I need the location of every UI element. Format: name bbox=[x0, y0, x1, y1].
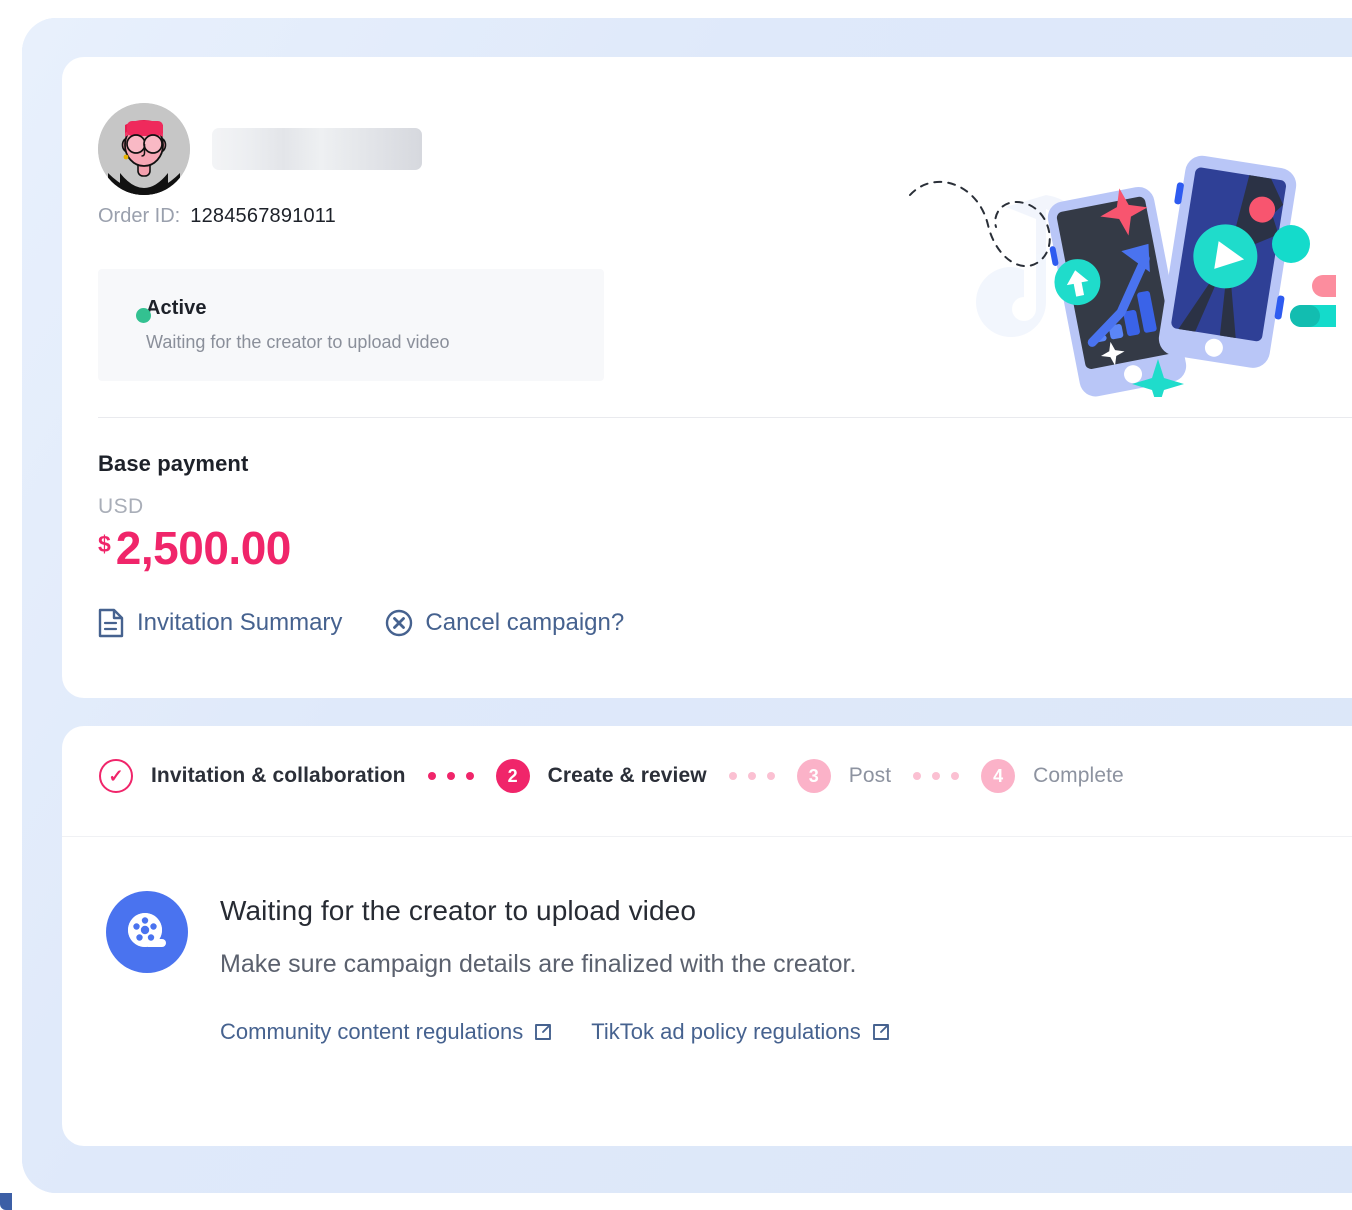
step-connector-1 bbox=[427, 772, 474, 780]
status-title: Active bbox=[146, 297, 207, 319]
avatar[interactable] bbox=[98, 103, 190, 195]
stage-text: Waiting for the creator to upload video … bbox=[220, 891, 891, 1045]
status-panel: Active Waiting for the creator to upload… bbox=[98, 269, 604, 381]
connector-dot bbox=[747, 772, 756, 780]
status-subtitle: Waiting for the creator to upload video bbox=[146, 332, 450, 352]
step-1-label: Invitation & collaboration bbox=[151, 764, 406, 787]
tiktok-ad-policy-regulations-link[interactable]: TikTok ad policy regulations bbox=[591, 1019, 890, 1045]
circle-x-icon bbox=[386, 609, 413, 637]
payment-currency-sign: $ bbox=[98, 531, 111, 557]
order-id-label: Order ID: bbox=[98, 205, 181, 227]
phone-left bbox=[1047, 186, 1187, 397]
action-links: Invitation Summary Cancel campaign? bbox=[98, 608, 624, 638]
invitation-summary-label: Invitation Summary bbox=[137, 609, 343, 636]
status-dot bbox=[136, 308, 151, 323]
connector-dot bbox=[427, 772, 436, 780]
connector-dot bbox=[465, 772, 474, 780]
step-4-label: Complete bbox=[1033, 764, 1124, 787]
stepper-divider bbox=[62, 836, 1352, 837]
policy-links: Community content regulations TikTok ad … bbox=[220, 1019, 891, 1045]
connector-dot bbox=[728, 772, 737, 780]
avatar-illustration bbox=[98, 103, 190, 195]
step-invitation-collaboration[interactable]: ✓ Invitation & collaboration bbox=[99, 759, 406, 793]
external-link-icon bbox=[872, 1024, 889, 1040]
connector-dot bbox=[913, 772, 922, 780]
base-payment-title: Base payment bbox=[98, 451, 249, 476]
connector-dot bbox=[766, 772, 775, 780]
step-2-badge: 2 bbox=[495, 759, 530, 793]
external-link-icon bbox=[535, 1024, 552, 1040]
campaign-progress-card: ✓ Invitation & collaboration 2 Create & … bbox=[62, 726, 1352, 1146]
connector-dot bbox=[446, 772, 455, 780]
step-1-badge: ✓ bbox=[99, 759, 133, 793]
step-4-badge: 4 bbox=[981, 759, 1016, 793]
order-id-value: 1284567891011 bbox=[190, 205, 336, 227]
campaign-illustration bbox=[896, 147, 1352, 409]
connector-dot bbox=[932, 772, 941, 780]
tiktok-ad-policy-regulations-label: TikTok ad policy regulations bbox=[591, 1019, 861, 1044]
community-content-regulations-link[interactable]: Community content regulations bbox=[220, 1019, 553, 1045]
order-summary-card: Order ID: 1284567891011 Active Waiting f… bbox=[62, 57, 1352, 698]
cancel-campaign-link[interactable]: Cancel campaign? bbox=[385, 609, 624, 637]
decor-pink-pill bbox=[1312, 275, 1352, 297]
stage-title: Waiting for the creator to upload video bbox=[220, 895, 697, 926]
stage-subtitle: Make sure campaign details are finalized… bbox=[220, 950, 857, 978]
base-payment-block: Base payment USD $ 2,500.00 Invitation S… bbox=[98, 451, 624, 638]
step-create-review[interactable]: 2 Create & review bbox=[495, 759, 707, 793]
phones-illustration-svg bbox=[909, 155, 1352, 409]
film-badge bbox=[106, 891, 188, 973]
step-3-badge: 3 bbox=[796, 759, 831, 793]
step-3-label: Post bbox=[848, 764, 892, 787]
decor-teal-pill-cap bbox=[1290, 305, 1320, 327]
step-2-label: Create & review bbox=[547, 764, 707, 787]
community-content-regulations-label: Community content regulations bbox=[220, 1019, 524, 1044]
creator-name-redacted bbox=[212, 128, 422, 170]
step-connector-2 bbox=[728, 772, 775, 780]
order-id-row: Order ID: 1284567891011 bbox=[98, 205, 336, 228]
corner-accent bbox=[0, 1193, 12, 1210]
payment-currency: USD bbox=[98, 495, 144, 518]
decor-teal-circle bbox=[1272, 225, 1310, 263]
invitation-summary-link[interactable]: Invitation Summary bbox=[98, 608, 342, 638]
connector-dot bbox=[951, 772, 960, 780]
payment-amount-row: $ 2,500.00 bbox=[98, 521, 624, 575]
campaign-stepper: ✓ Invitation & collaboration 2 Create & … bbox=[99, 759, 1124, 793]
step-complete[interactable]: 4 Complete bbox=[981, 759, 1124, 793]
section-divider bbox=[98, 417, 1352, 418]
current-stage-detail: Waiting for the creator to upload video … bbox=[106, 891, 891, 1045]
step-connector-3 bbox=[913, 772, 960, 780]
step-post[interactable]: 3 Post bbox=[796, 759, 892, 793]
payment-amount: 2,500.00 bbox=[115, 522, 292, 574]
phone-right bbox=[1158, 155, 1297, 368]
document-icon bbox=[98, 608, 124, 638]
film-reel-icon bbox=[128, 913, 166, 947]
cancel-campaign-label: Cancel campaign? bbox=[425, 609, 625, 636]
creator-header bbox=[98, 103, 422, 195]
